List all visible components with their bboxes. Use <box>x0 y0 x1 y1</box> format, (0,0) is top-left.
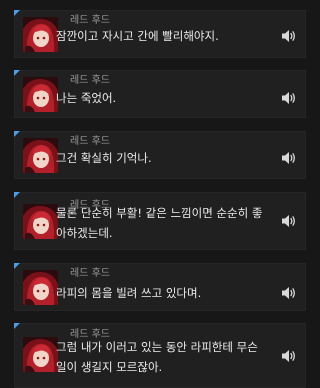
dialogue-text: 그럼 내가 이러고 있는 동안 라피한테 무슨 일이 생길지 모르잖아. <box>56 340 258 374</box>
entry-corner-marker <box>14 192 20 198</box>
dialogue-entry: 레드 후드 그럼 내가 이러고 있는 동안 라피한테 무슨 일이 생길지 모르잖아… <box>14 323 306 388</box>
dialogue-text: 물론 단순히 부활! 같은 느낌이면 순순히 좋아하겠는데. <box>56 206 263 240</box>
red-hood-portrait-icon <box>23 17 58 52</box>
red-hood-portrait-icon <box>23 204 58 239</box>
speaker-volume-icon[interactable] <box>280 27 298 45</box>
red-hood-portrait-icon <box>23 270 58 305</box>
red-hood-portrait-icon <box>23 77 58 112</box>
speaker-volume-icon[interactable] <box>280 149 298 167</box>
red-hood-portrait-icon <box>23 138 58 173</box>
speaker-name: 레드 후드 <box>70 136 110 147</box>
entry-corner-marker <box>14 323 20 329</box>
dialogue-entry: 레드 후드그건 확실히 기억나. <box>14 131 306 179</box>
dialogue-entry: 레드 후드 잠깐이고 자시고 간에 빨리해야지. <box>14 10 306 58</box>
entry-corner-marker <box>14 70 20 76</box>
speaker-name: 레드 후드 <box>70 75 110 86</box>
dialogue-text: 라피의 몸을 빌려 쓰고 있다며. <box>56 286 202 300</box>
speaker-volume-icon[interactable] <box>280 212 298 230</box>
speaker-volume-icon[interactable] <box>280 89 298 107</box>
speaker-volume-icon[interactable] <box>280 347 298 365</box>
entry-corner-marker <box>14 10 20 16</box>
dialogue-entry: 레드 후드 물론 단순히 부활! 같은 느낌이면 순순히 좋아하겠는데. <box>14 192 306 250</box>
dialogue-entry: 레드 후드나는 죽었어. <box>14 70 306 118</box>
red-hood-portrait-icon <box>23 337 58 372</box>
entry-corner-marker <box>14 263 20 269</box>
speaker-name: 레드 후드 <box>70 268 110 279</box>
dialogue-text: 잠깐이고 자시고 간에 빨리해야지. <box>56 29 219 43</box>
dialogue-text: 나는 죽었어. <box>56 91 117 105</box>
entry-corner-marker <box>14 131 20 137</box>
dialogue-entry: 레드 후드라피의 몸을 빌려 쓰고 있다며. <box>14 263 306 311</box>
dialogue-log: 레드 후드 잠깐이고 자시고 간에 빨리해야지. 레드 후드 나는 죽었어. 레드 … <box>0 0 320 388</box>
speaker-volume-icon[interactable] <box>280 284 298 302</box>
dialogue-text: 그건 확실히 기억나. <box>56 151 152 165</box>
